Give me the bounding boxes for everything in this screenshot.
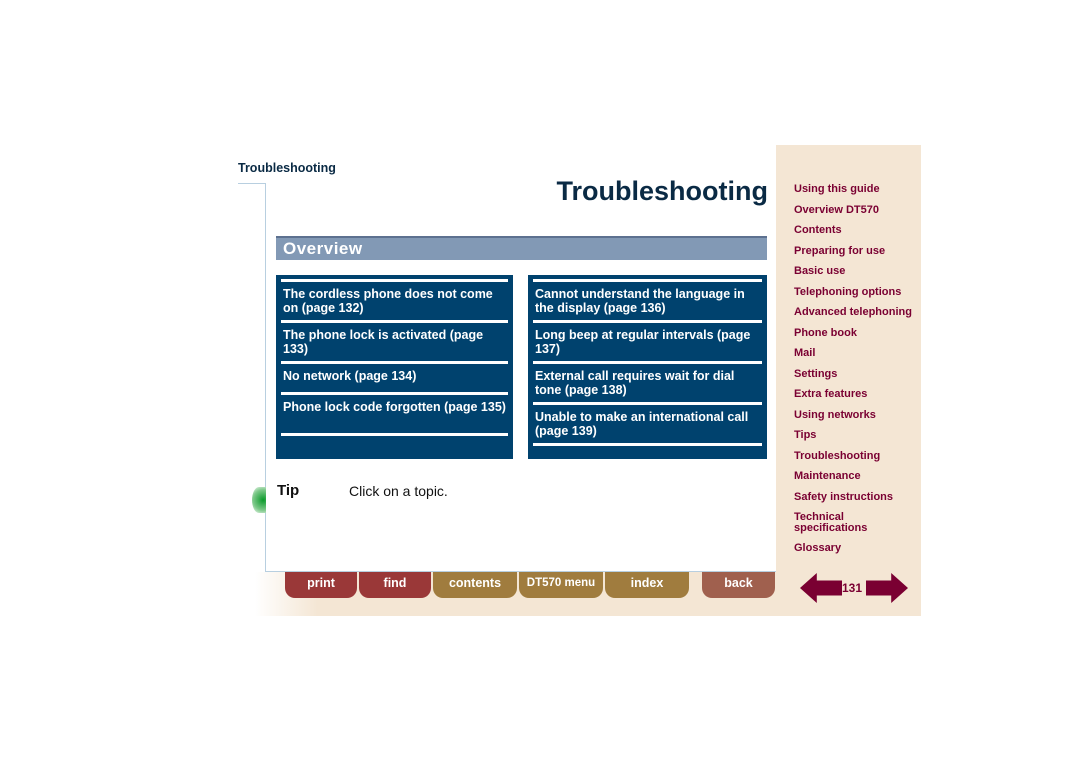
topics-left: The cordless phone does not come on (pag… xyxy=(276,275,513,459)
topic-link[interactable]: The phone lock is activated (page 133) xyxy=(281,323,508,361)
sidebar-link[interactable]: Technical specifications xyxy=(794,512,894,534)
sidebar-link[interactable]: Overview DT570 xyxy=(794,205,879,216)
topics-right: Cannot understand the language in the di… xyxy=(528,275,767,459)
sidebar-link[interactable]: Tips xyxy=(794,430,816,441)
topic-link[interactable]: Long beep at regular intervals (page 137… xyxy=(533,323,762,361)
back-button[interactable]: back xyxy=(702,572,775,598)
topic-link[interactable]: The cordless phone does not come on (pag… xyxy=(281,282,508,320)
sidebar-link[interactable]: Extra features xyxy=(794,389,867,400)
sidebar-link[interactable]: Settings xyxy=(794,369,837,380)
sidebar-link[interactable]: Safety instructions xyxy=(794,492,893,503)
index-button[interactable]: index xyxy=(605,572,689,598)
sidebar-link[interactable]: Phone book xyxy=(794,328,857,339)
topic-link[interactable]: Cannot understand the language in the di… xyxy=(533,282,762,320)
sidebar-link[interactable]: Basic use xyxy=(794,266,845,277)
print-button[interactable]: print xyxy=(285,572,357,598)
dt570-menu-button[interactable]: DT570 menu xyxy=(519,572,603,598)
sidebar-link[interactable]: Maintenance xyxy=(794,471,861,482)
tip-label: Tip xyxy=(277,482,300,499)
topic-link[interactable]: No network (page 134) xyxy=(281,364,508,392)
sidebar-link[interactable]: Mail xyxy=(794,348,815,359)
breadcrumb: Troubleshooting xyxy=(238,161,336,175)
topic-link[interactable]: External call requires wait for dial ton… xyxy=(533,364,762,402)
sidebar-link[interactable]: Advanced telephoning xyxy=(794,307,912,318)
topic-link[interactable]: Unable to make an international call (pa… xyxy=(533,405,762,443)
contents-button[interactable]: contents xyxy=(433,572,517,598)
sidebar-link[interactable]: Telephoning options xyxy=(794,287,901,298)
topic-link[interactable]: Phone lock code forgotten (page 135) xyxy=(281,395,508,433)
page-title: Troubleshooting xyxy=(556,176,768,206)
page-number: 131 xyxy=(842,581,863,595)
find-button[interactable]: find xyxy=(359,572,431,598)
sidebar-link[interactable]: Troubleshooting xyxy=(794,451,880,462)
sidebar-link[interactable]: Using this guide xyxy=(794,184,880,195)
sidebar-link[interactable]: Using networks xyxy=(794,410,876,421)
tip-icon xyxy=(252,487,266,513)
divider xyxy=(238,183,265,184)
section-header: Overview xyxy=(276,236,767,260)
sidebar-link[interactable]: Preparing for use xyxy=(794,246,885,257)
sidebar-link[interactable]: Glossary xyxy=(794,543,841,554)
sidebar-link[interactable]: Contents xyxy=(794,225,842,236)
tip-text: Click on a topic. xyxy=(349,483,448,499)
